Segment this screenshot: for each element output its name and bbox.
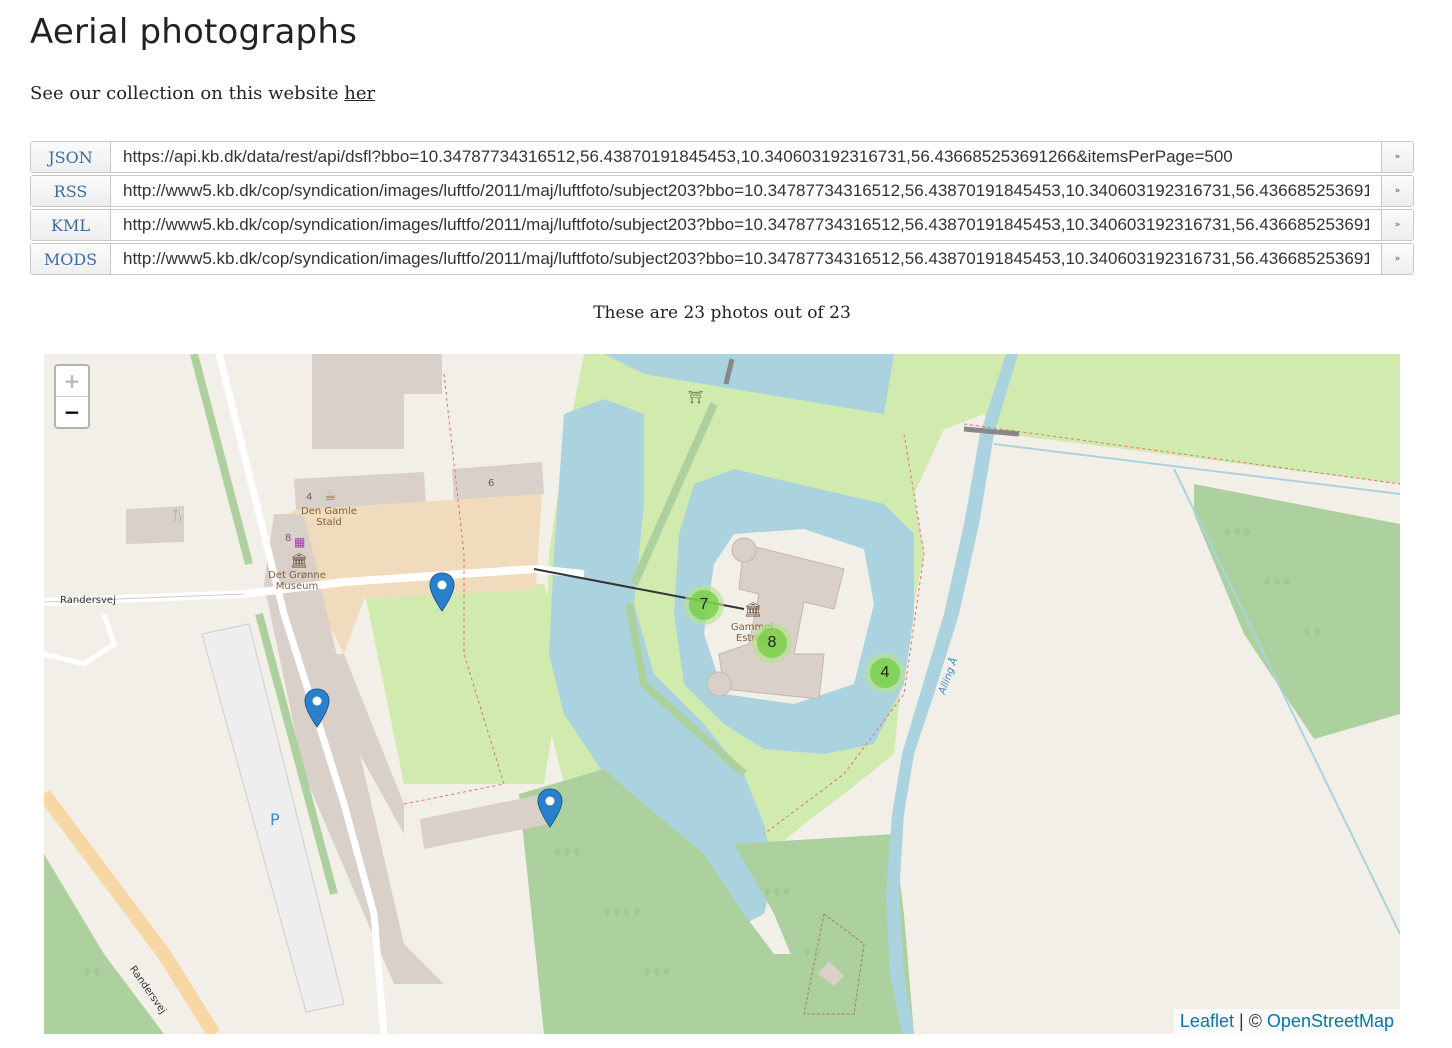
svg-text:φ φ φ: φ φ φ xyxy=(764,886,791,897)
feed-row-rss: RSS » xyxy=(30,175,1414,207)
feed-label-rss[interactable]: RSS xyxy=(31,176,111,206)
photo-count: These are 23 photos out of 23 xyxy=(593,303,851,323)
svg-text:φ φ: φ φ xyxy=(1304,626,1321,637)
feed-row-mods: MODS » xyxy=(30,243,1414,275)
map-attribution: Leaflet | © OpenStreetMap xyxy=(1173,1009,1400,1034)
map-tiles[interactable]: φ φ φ φ φ φ φ φ φ φ φ φ φ φ φ φ φ φ φ φ φ φ φ… xyxy=(44,354,1400,1034)
feed-open-button-json[interactable]: » xyxy=(1381,142,1413,172)
svg-text:φ φ: φ φ xyxy=(804,946,821,957)
feed-url-json[interactable] xyxy=(111,142,1381,172)
svg-text:φ φ φ: φ φ φ xyxy=(1224,526,1251,537)
marker-cluster[interactable]: 4 xyxy=(865,653,905,693)
restaurant-icon: 🍴 xyxy=(170,508,187,523)
map-marker-icon[interactable] xyxy=(304,688,330,728)
feed-row-kml: KML » xyxy=(30,209,1414,241)
svg-text:φ φ φ φ: φ φ φ φ xyxy=(604,906,640,917)
address-number-8: 8 xyxy=(285,533,292,544)
svg-text:φ φ: φ φ xyxy=(84,966,101,977)
address-number-6: 6 xyxy=(488,478,495,489)
cafe-icon: ☕ xyxy=(324,488,337,504)
cluster-count: 8 xyxy=(757,628,787,658)
svg-text:φ φ φ: φ φ φ xyxy=(644,966,671,977)
feed-label-mods[interactable]: MODS xyxy=(31,244,111,274)
intro-label: See our collection on this website xyxy=(30,83,345,104)
marker-cluster[interactable]: 7 xyxy=(684,585,724,625)
feed-open-button-kml[interactable]: » xyxy=(1381,210,1413,240)
museum-icon: 🏛 xyxy=(290,553,308,569)
map-marker-icon[interactable] xyxy=(429,572,455,612)
feed-row-json: JSON » xyxy=(30,141,1414,173)
svg-text:φ φ φ: φ φ φ xyxy=(1264,576,1291,587)
attribution-separator: | © xyxy=(1233,1011,1267,1031)
zoom-in-button[interactable]: + xyxy=(56,366,88,397)
address-number-4: 4 xyxy=(306,492,313,503)
page-title: Aerial photographs xyxy=(30,12,357,52)
svg-text:φ φ φ: φ φ φ xyxy=(554,846,581,857)
zoom-control: + − xyxy=(54,364,90,429)
feed-label-kml[interactable]: KML xyxy=(31,210,111,240)
leaflet-link[interactable]: Leaflet xyxy=(1180,1011,1234,1031)
marker-cluster[interactable]: 8 xyxy=(752,623,792,663)
picnic-icon: ⛩ xyxy=(688,390,704,404)
castle-museum-icon: 🏛 xyxy=(744,602,762,618)
street-label-randersvej: Randersvej xyxy=(60,595,116,606)
collection-link[interactable]: her xyxy=(344,83,375,104)
poi-label-det-gronne-museum: Det Grønne Museum xyxy=(268,570,326,592)
cluster-count: 4 xyxy=(870,658,900,688)
openstreetmap-link[interactable]: OpenStreetMap xyxy=(1267,1011,1394,1031)
feed-open-button-mods[interactable]: » xyxy=(1381,244,1413,274)
feed-open-button-rss[interactable]: » xyxy=(1381,176,1413,206)
gift-shop-icon: ▦ xyxy=(294,535,306,549)
feed-url-kml[interactable] xyxy=(111,210,1381,240)
feed-url-mods[interactable] xyxy=(111,244,1381,274)
parking-label: P xyxy=(270,810,280,829)
feed-list: JSON » RSS » KML » MODS » xyxy=(30,141,1414,277)
map-marker-icon[interactable] xyxy=(537,788,563,828)
intro-text: See our collection on this website her xyxy=(30,83,375,104)
map-view[interactable]: φ φ φ φ φ φ φ φ φ φ φ φ φ φ φ φ φ φ φ φ φ φ φ… xyxy=(44,354,1400,1034)
cluster-count: 7 xyxy=(689,590,719,620)
zoom-out-button[interactable]: − xyxy=(56,397,88,427)
feed-url-rss[interactable] xyxy=(111,176,1381,206)
poi-label-den-gamle-stald: Den Gamle Stald xyxy=(301,506,357,528)
feed-label-json[interactable]: JSON xyxy=(31,142,111,172)
